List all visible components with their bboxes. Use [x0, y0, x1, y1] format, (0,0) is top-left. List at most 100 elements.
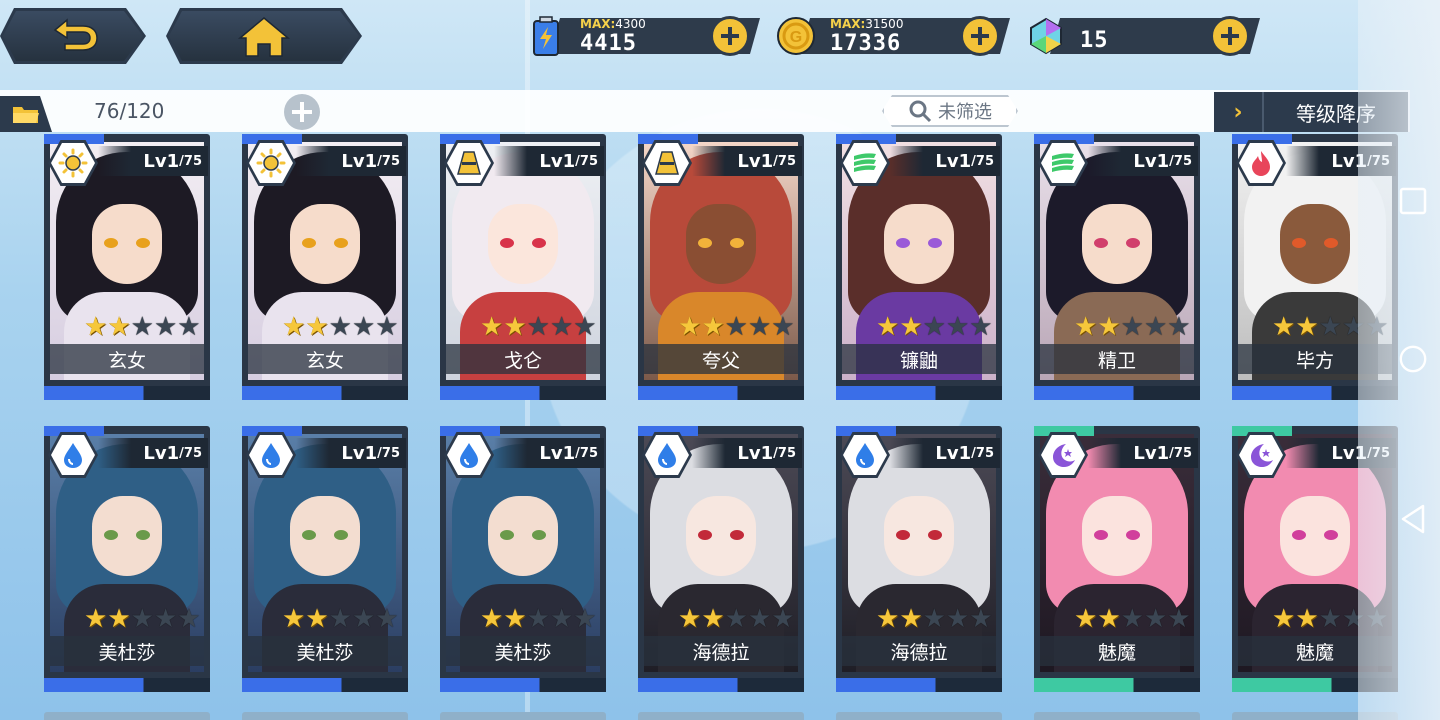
filter-bar: [0, 90, 1410, 132]
star-rating: ★★★★★: [678, 314, 795, 340]
home-circle-icon[interactable]: [1398, 344, 1428, 374]
star-filled-icon: ★: [1272, 604, 1296, 634]
card-accent: [836, 678, 1002, 692]
character-card[interactable]: Lv1/75 ★ ★ ★ ★ ★ 镰鼬: [836, 134, 1002, 400]
star-filled-icon: ★: [84, 312, 108, 342]
card-accent: [242, 678, 408, 692]
star-empty-icon: ★: [153, 312, 178, 342]
gold-coin-icon: G: [774, 14, 818, 58]
star-empty-icon: ★: [177, 312, 201, 342]
home-button[interactable]: [166, 8, 362, 64]
character-card[interactable]: Lv1/75 ★ ★ ★ ★ ★ 戈仑: [440, 134, 606, 400]
add-crystal-button[interactable]: [1210, 16, 1250, 56]
star-empty-icon: ★: [328, 312, 352, 342]
character-name: 玄女: [248, 344, 402, 374]
star-empty-icon: ★: [724, 312, 748, 342]
star-filled-icon: ★: [107, 604, 131, 634]
star-filled-icon: ★: [701, 312, 725, 342]
character-card[interactable]: Lv1/75 ★ ★ ★ ★ ★ 夸父: [638, 134, 804, 400]
level-label: Lv1/75: [1088, 146, 1198, 176]
recent-apps-icon[interactable]: [1398, 186, 1428, 216]
next-row-card: [1034, 712, 1200, 720]
level-label: Lv1/75: [692, 146, 802, 176]
character-card[interactable]: Lv1/75 ★ ★ ★ ★ ★ 美杜莎: [44, 426, 210, 692]
star-empty-icon: ★: [969, 312, 993, 342]
character-name: 夸父: [644, 344, 798, 374]
card-accent: [44, 678, 210, 692]
star-empty-icon: ★: [1120, 312, 1144, 342]
back-triangle-icon[interactable]: [1398, 504, 1428, 534]
character-name: 海德拉: [842, 636, 996, 666]
level-label: Lv1/75: [1088, 438, 1198, 468]
filter-button[interactable]: 未筛选: [882, 95, 1018, 127]
star-filled-icon: ★: [876, 312, 900, 342]
expand-slots-button[interactable]: [284, 94, 320, 130]
star-filled-icon: ★: [1097, 312, 1121, 342]
character-card[interactable]: Lv1/75 ★ ★ ★ ★ ★ 精卫: [1034, 134, 1200, 400]
filter-label: 未筛选: [938, 102, 992, 123]
gold-max: MAX:31500: [830, 17, 904, 31]
back-arrow-icon: [45, 16, 101, 56]
level-label: Lv1/75: [890, 438, 1000, 468]
level-label: Lv1/75: [296, 438, 406, 468]
system-nav-bar: [1358, 0, 1440, 720]
character-card[interactable]: Lv1/75 ★★★★★ 魅魔: [1034, 426, 1200, 692]
level-label: Lv1/75: [296, 146, 406, 176]
star-filled-icon: ★: [701, 604, 725, 634]
star-empty-icon: ★: [351, 604, 376, 634]
level-label: Lv1/75: [98, 146, 208, 176]
star-rating: ★★★★★: [282, 606, 399, 632]
chevron-right-icon: ›: [1214, 92, 1264, 132]
star-empty-icon: ★: [177, 604, 201, 634]
level-label: Lv1/75: [692, 438, 802, 468]
star-filled-icon: ★: [1295, 604, 1319, 634]
star-empty-icon: ★: [130, 312, 154, 342]
star-filled-icon: ★: [282, 604, 306, 634]
character-card[interactable]: Lv1/75 ★ ★ ★ ★ ★ 美杜莎: [440, 426, 606, 692]
star-empty-icon: ★: [549, 312, 574, 342]
star-empty-icon: ★: [922, 604, 946, 634]
star-empty-icon: ★: [771, 604, 795, 634]
crystal-resource: 15: [1024, 14, 1264, 58]
character-card[interactable]: Lv1/75 ★ ★ ★ ★ ★ 玄女: [242, 134, 408, 400]
star-empty-icon: ★: [573, 312, 597, 342]
star-rating: ★★★★★: [282, 314, 399, 340]
character-card[interactable]: Lv1/75 ★ ★ ★ ★ ★ 玄女: [44, 134, 210, 400]
star-filled-icon: ★: [678, 604, 702, 634]
star-empty-icon: ★: [1167, 604, 1191, 634]
character-card[interactable]: Lv1/75 ★ ★ ★ ★ ★ 海德拉: [836, 426, 1002, 692]
star-rating: ★★★★★: [480, 606, 597, 632]
add-energy-button[interactable]: [710, 16, 750, 56]
character-count: 76/120: [94, 99, 165, 123]
star-empty-icon: ★: [1318, 604, 1342, 634]
star-filled-icon: ★: [305, 312, 329, 342]
level-label: Lv1/75: [494, 146, 604, 176]
star-rating: ★★★★★: [678, 606, 795, 632]
star-filled-icon: ★: [480, 604, 504, 634]
level-label: Lv1/75: [890, 146, 1000, 176]
next-row-card: [242, 712, 408, 720]
level-label: Lv1/75: [494, 438, 604, 468]
add-gold-button[interactable]: [960, 16, 1000, 56]
star-empty-icon: ★: [351, 312, 376, 342]
star-filled-icon: ★: [503, 604, 527, 634]
character-name: 美杜莎: [248, 636, 402, 666]
character-name: 戈仑: [446, 344, 600, 374]
energy-max: MAX:4300: [580, 17, 646, 31]
character-card[interactable]: Lv1/75 ★ ★ ★ ★ ★ 海德拉: [638, 426, 804, 692]
next-row-card: [638, 712, 804, 720]
character-card[interactable]: Lv1/75 ★ ★ ★ ★ ★ 美杜莎: [242, 426, 408, 692]
folder-icon: [13, 107, 39, 123]
energy-value: 4415: [580, 31, 637, 56]
star-filled-icon: ★: [503, 312, 527, 342]
character-name: 美杜莎: [446, 636, 600, 666]
star-filled-icon: ★: [282, 312, 306, 342]
gold-resource: G MAX:31500 17336: [774, 14, 1014, 58]
star-filled-icon: ★: [107, 312, 131, 342]
star-filled-icon: ★: [1097, 604, 1121, 634]
star-empty-icon: ★: [130, 604, 154, 634]
battery-icon: [524, 14, 568, 58]
star-empty-icon: ★: [526, 604, 550, 634]
back-button[interactable]: [0, 8, 146, 64]
star-empty-icon: ★: [328, 604, 352, 634]
